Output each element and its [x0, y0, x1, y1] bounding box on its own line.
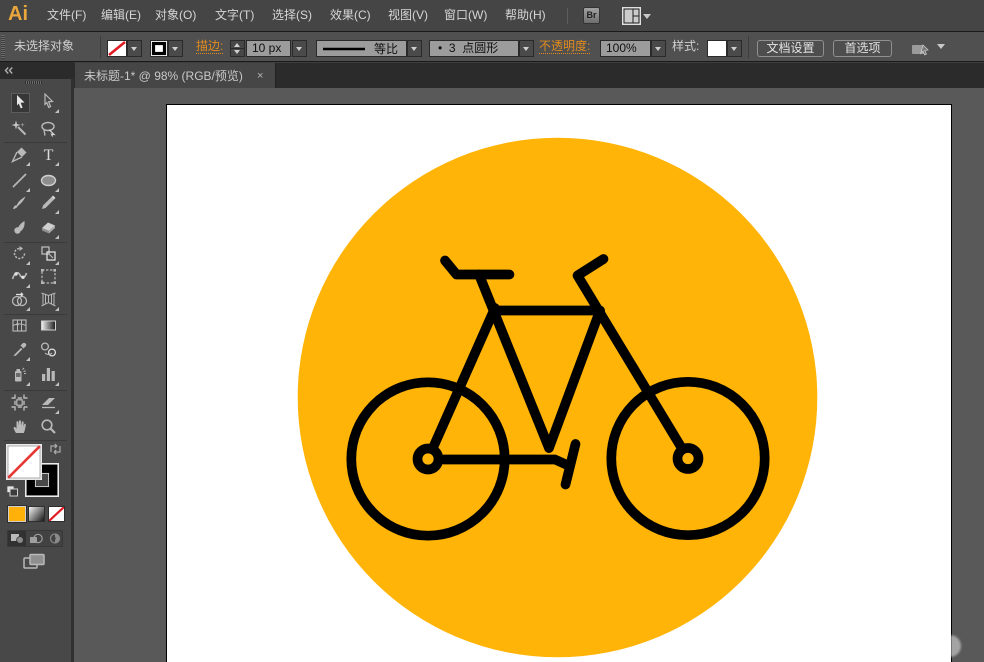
svg-text:等比: 等比 [374, 42, 398, 56]
svg-text:T: T [44, 147, 54, 163]
